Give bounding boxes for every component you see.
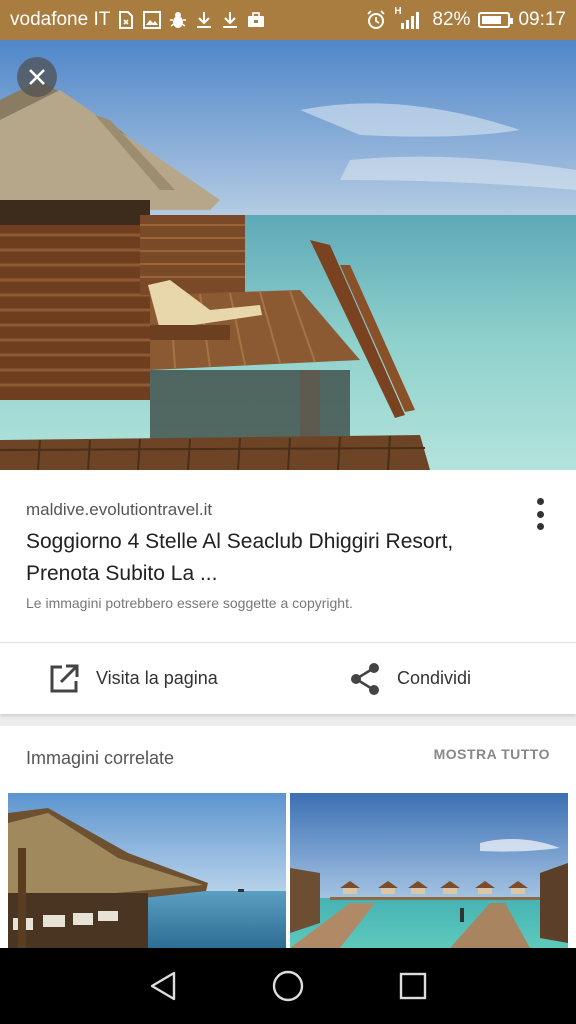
more-dot	[536, 510, 544, 518]
more-dot	[536, 523, 544, 530]
result-image[interactable]	[0, 40, 576, 470]
action-bar: Visita la pagina Condividi	[0, 642, 576, 714]
related-images-section: Immagini correlate MOSTRA TUTTO	[0, 726, 576, 948]
result-info-card: maldive.evolutiontravel.it Soggiorno 4 S…	[0, 470, 576, 642]
share-button[interactable]: Condividi	[275, 643, 576, 714]
download-icon	[220, 10, 240, 30]
clock: 09:17	[518, 9, 566, 30]
signal-icon: H	[394, 6, 424, 30]
back-button[interactable]	[143, 966, 183, 1006]
briefcase-icon	[246, 10, 266, 30]
image-icon	[142, 10, 162, 30]
close-button[interactable]	[17, 57, 57, 97]
open-external-icon	[50, 664, 79, 692]
water-bungalow-photo	[0, 40, 576, 470]
bug-icon	[168, 10, 188, 30]
show-all-button[interactable]: MOSTRA TUTTO	[434, 746, 550, 762]
status-bar: vodafone IT H 82% 09:17	[0, 0, 576, 40]
download-icon	[194, 10, 214, 30]
close-icon	[29, 69, 45, 85]
home-circle-icon	[272, 970, 304, 1002]
home-button[interactable]	[268, 966, 308, 1006]
network-type: H	[394, 6, 402, 17]
alarm-icon	[366, 10, 386, 30]
related-image-overwater-villas	[290, 793, 568, 948]
status-left: vodafone IT	[10, 9, 266, 31]
battery-fill	[482, 16, 502, 24]
more-dot	[536, 498, 544, 505]
related-images-title: Immagini correlate	[26, 748, 175, 768]
related-image-resort-pier	[8, 793, 286, 948]
carrier-name: vodafone IT	[10, 9, 111, 30]
result-title[interactable]: Soggiorno 4 Stelle Al Seaclub Dhiggiri R…	[26, 526, 526, 590]
visit-page-label: Visita la pagina	[96, 668, 218, 688]
recents-square-icon	[400, 972, 427, 1000]
share-label: Condividi	[397, 668, 472, 688]
share-icon	[351, 662, 379, 695]
battery-percent: 82%	[432, 9, 471, 30]
result-domain[interactable]: maldive.evolutiontravel.it	[26, 500, 212, 520]
system-nav-bar	[0, 948, 576, 1024]
copyright-notice: Le immagini potrebbero essere soggette a…	[26, 595, 353, 611]
related-image-thumbnail[interactable]	[8, 793, 286, 948]
visit-page-button[interactable]: Visita la pagina	[0, 643, 275, 714]
back-triangle-icon	[150, 971, 175, 1001]
screen: vodafone IT H 82% 09:17 maldive.evolutio…	[0, 0, 576, 1024]
recent-apps-button[interactable]	[393, 966, 433, 1006]
more-options-button[interactable]	[530, 496, 550, 532]
battery-icon	[478, 12, 514, 28]
status-right: H 82% 09:17	[366, 6, 566, 31]
related-image-thumbnail[interactable]	[290, 793, 568, 948]
sim-icon	[116, 10, 136, 30]
